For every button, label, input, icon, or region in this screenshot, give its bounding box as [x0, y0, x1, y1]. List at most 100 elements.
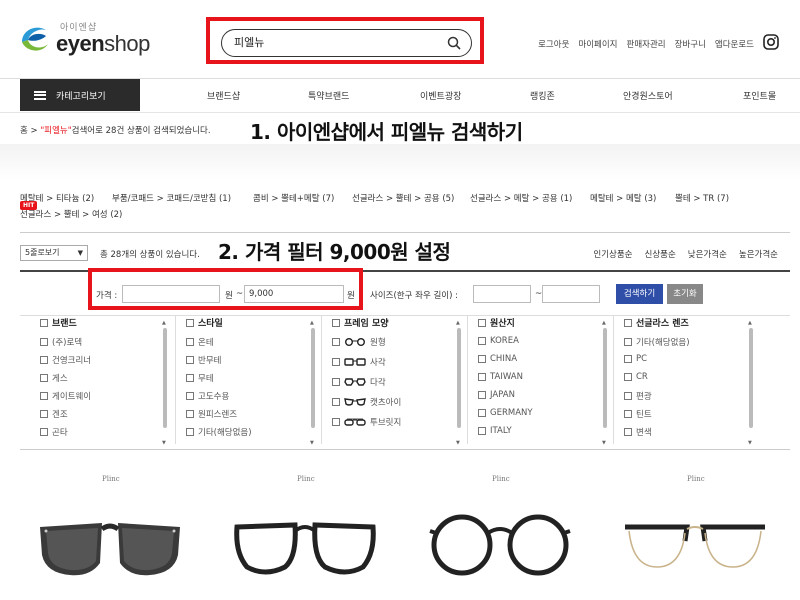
sort-options: 인기상품순 신상품순 낮은가격순 높은가격순 — [593, 248, 778, 260]
list-item[interactable]: 반무테 — [186, 354, 221, 366]
top-links: 로그아웃 마이페이지 판매자관리 장바구니 앱다운로드 — [538, 38, 754, 50]
square-frame-icon — [344, 358, 366, 366]
cart-link[interactable]: 장바구니 — [675, 38, 706, 50]
list-item[interactable]: 온테 — [186, 336, 214, 348]
glasses-image — [429, 514, 571, 576]
tag-item[interactable]: 뿔테 > TR (7) — [675, 192, 729, 204]
list-item[interactable]: 틴트 — [624, 408, 652, 420]
category-button-label: 카테고리보기 — [56, 91, 106, 102]
view-select[interactable]: 5줄로보기 ▼ — [20, 245, 88, 261]
list-item[interactable]: (주)로덱 — [40, 336, 82, 348]
size-max-input[interactable] — [542, 285, 600, 303]
logo[interactable]: 아이엔샵 eyenshop — [18, 22, 150, 56]
nav-event[interactable]: 이벤트광장 — [420, 89, 461, 102]
tag-item[interactable]: 선글라스 > 뿔테 > 공용 (5) — [352, 192, 454, 204]
list-item[interactable]: 고도수용 — [186, 390, 229, 402]
list-item[interactable]: GERMANY — [478, 408, 533, 418]
two-bridge-frame-icon — [344, 418, 366, 426]
category-button[interactable]: 카테고리보기 — [20, 79, 140, 111]
product-grid: Plinc Plinc Plinc Plinc — [0, 465, 800, 600]
app-download-link[interactable]: 앱다운로드 — [715, 38, 754, 50]
product-card[interactable]: Plinc — [30, 465, 190, 595]
mypage-link[interactable]: 마이페이지 — [578, 38, 617, 50]
breadcrumb: 홈 > "피엘뉴"검색어로 28건 상품이 검색되었습니다. — [20, 126, 211, 136]
product-card[interactable]: Plinc — [615, 465, 775, 595]
breadcrumb-home[interactable]: 홈 — [20, 126, 28, 136]
size-min-input[interactable] — [473, 285, 531, 303]
list-item[interactable]: CR — [624, 372, 648, 382]
nav-optical-store[interactable]: 안경원스토어 — [623, 89, 673, 102]
logo-text: eyenshop — [56, 30, 150, 56]
search-icon[interactable] — [447, 36, 461, 50]
list-item[interactable]: JAPAN — [478, 390, 515, 400]
list-item[interactable]: ITALY — [478, 426, 512, 436]
tag-item[interactable]: 선글라스 > 메탈 > 공용 (1) — [470, 192, 572, 204]
search-bar[interactable] — [221, 29, 472, 57]
list-item[interactable]: 겐조 — [40, 408, 68, 420]
list-item[interactable]: 무테 — [186, 372, 214, 384]
logout-link[interactable]: 로그아웃 — [538, 38, 569, 50]
list-item[interactable]: 사각 — [332, 356, 386, 368]
list-item[interactable]: TAIWAN — [478, 372, 523, 382]
search-input[interactable] — [234, 35, 434, 48]
list-item[interactable]: 편광 — [624, 390, 652, 402]
list-item[interactable]: 곤타 — [40, 426, 68, 438]
product-card[interactable]: Plinc — [225, 465, 385, 595]
scrollbar[interactable]: ▲ ▼ — [456, 320, 462, 446]
scrollbar[interactable]: ▲ ▼ — [310, 320, 316, 446]
sort-price-low[interactable]: 낮은가격순 — [688, 248, 727, 260]
filter-reset-button[interactable]: 초기화 — [667, 284, 703, 304]
checkbox[interactable] — [40, 318, 48, 327]
list-item[interactable]: 투브릿지 — [332, 416, 401, 428]
list-item[interactable]: 캣츠아이 — [332, 396, 401, 408]
list-item[interactable]: 건영크리너 — [40, 354, 91, 366]
scrollbar[interactable]: ▲ ▼ — [602, 320, 608, 446]
nav-point-mall[interactable]: 포인트몰 — [743, 89, 776, 102]
nav-special-brand[interactable]: 특약브랜드 — [308, 89, 349, 102]
checkbox[interactable] — [332, 318, 340, 327]
chevron-down-icon: ▼ — [77, 249, 83, 257]
product-brand: Plinc — [297, 475, 315, 483]
checkbox[interactable] — [186, 318, 194, 327]
product-card[interactable]: Plinc — [420, 465, 580, 595]
checkbox[interactable] — [478, 318, 486, 327]
filter-search-button[interactable]: 검색하기 — [616, 284, 663, 304]
scrollbar[interactable]: ▲ ▼ — [162, 320, 168, 446]
list-item[interactable]: 기타(해당없음) — [186, 426, 252, 438]
cats-eye-frame-icon — [344, 398, 366, 406]
tag-item[interactable]: 메탈테 > 메탈 (3) — [590, 192, 656, 204]
filter-col-style: 스타일 온테 반무테 무테 고도수용 원피스렌즈 기타(해당없음) ▲ ▼ — [186, 316, 322, 446]
list-item[interactable]: 원형 — [332, 336, 386, 348]
tag-item[interactable]: 콤비 > 뿔테+메탈 (7) — [253, 192, 334, 204]
list-item[interactable]: 기타(해당없음) — [624, 336, 690, 348]
product-count: 총 28개의 상품이 있습니다. — [100, 250, 200, 260]
nav-ranking[interactable]: 랭킹존 — [530, 89, 555, 102]
list-item[interactable]: KOREA — [478, 336, 519, 346]
glasses-image — [625, 524, 765, 568]
product-brand: Plinc — [102, 475, 120, 483]
filter-col-brand: 브랜드 (주)로덱 건영크리너 게스 게이트웨이 겐조 곤타 ▲ ▼ — [40, 316, 176, 446]
round-frame-icon — [345, 338, 365, 346]
scrollbar[interactable]: ▲ ▼ — [748, 320, 754, 446]
shadow-band — [0, 144, 800, 180]
list-item[interactable]: 게이트웨이 — [40, 390, 91, 402]
price-highlight-box — [88, 268, 363, 310]
list-item[interactable]: 원피스렌즈 — [186, 408, 237, 420]
instagram-icon[interactable] — [763, 34, 779, 50]
list-item[interactable]: 게스 — [40, 372, 68, 384]
list-item[interactable]: CHINA — [478, 354, 517, 364]
sort-price-high[interactable]: 높은가격순 — [739, 248, 778, 260]
list-item[interactable]: PC — [624, 354, 647, 364]
sort-newest[interactable]: 신상품순 — [645, 248, 676, 260]
tag-item[interactable]: 부품/코패드 > 코패드/코받침 (1) — [112, 192, 231, 204]
glasses-image — [234, 522, 376, 575]
logo-mark-icon — [22, 27, 48, 51]
main-nav: 카테고리보기 브랜드샵 특약브랜드 이벤트광장 랭킹존 안경원스토어 포인트몰 — [0, 79, 800, 112]
nav-brandshop[interactable]: 브랜드샵 — [207, 89, 240, 102]
checkbox[interactable] — [624, 318, 632, 327]
sort-popular[interactable]: 인기상품순 — [593, 248, 632, 260]
list-item[interactable]: 다각 — [332, 376, 386, 388]
sunglasses-image — [40, 523, 180, 576]
list-item[interactable]: 변색 — [624, 426, 652, 438]
seller-admin-link[interactable]: 판매자관리 — [627, 38, 666, 50]
